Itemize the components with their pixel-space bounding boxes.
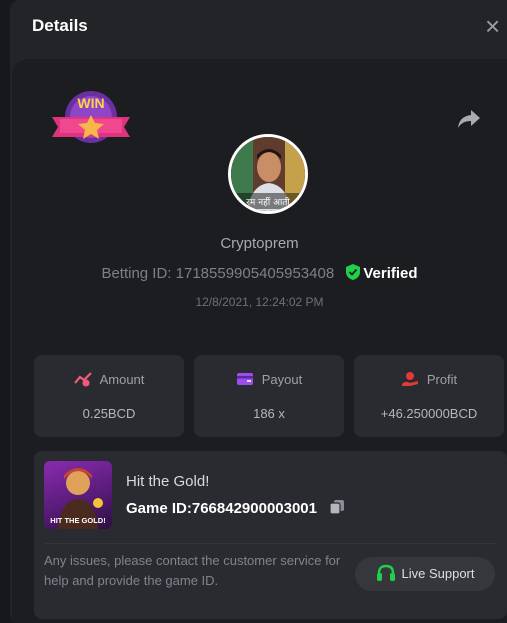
avatar-photo: रम नहीं आती <box>231 137 305 211</box>
avatar: रम नहीं आती <box>228 134 308 214</box>
game-id-label: Game ID: <box>126 500 192 517</box>
stat-profit-label: Profit <box>426 372 458 387</box>
details-modal: Details × WIN रम नहीं आती Cryptoprem Bet… <box>10 0 507 623</box>
betting-id-value: 1718559905405953408 <box>175 265 335 282</box>
stat-payout-label: Payout <box>261 372 303 387</box>
profit-icon <box>401 372 418 386</box>
game-id-value: 766842900003001 <box>191 500 317 517</box>
headset-icon <box>376 564 395 581</box>
support-notice: Any issues, please contact the customer … <box>44 553 341 588</box>
betting-id-label: Betting ID: <box>101 265 172 282</box>
username: Cryptoprem <box>220 235 299 252</box>
stat-payout: Payout 186 x <box>194 355 344 437</box>
live-support-button[interactable]: Live Support <box>355 557 495 591</box>
stat-profit-value: +46.250000BCD <box>380 406 478 421</box>
verified-shield-icon <box>346 264 361 280</box>
copy-icon[interactable] <box>329 499 345 515</box>
win-badge-text: WIN <box>77 95 104 111</box>
payout-icon <box>236 373 253 385</box>
stat-profit: Profit +46.250000BCD <box>354 355 504 437</box>
share-icon[interactable] <box>457 109 481 129</box>
close-icon[interactable]: × <box>485 13 507 40</box>
verified-label: Verified <box>363 265 418 282</box>
game-thumbnail-text: HIT THE GOLD! <box>50 516 105 525</box>
win-badge-icon: WIN <box>52 91 130 143</box>
bet-datetime: 12/8/2021, 12:24:02 PM <box>195 295 324 309</box>
betting-id-row: Betting ID: 1718559905405953408 Verified <box>12 264 507 282</box>
game-info-panel: HIT THE GOLD! Hit the Gold! Game ID:7668… <box>34 451 507 619</box>
game-id-row: Game ID:766842900003001 <box>126 499 345 517</box>
stat-amount-label: Amount <box>99 372 145 387</box>
amount-icon <box>73 372 92 387</box>
divider <box>44 543 497 544</box>
live-support-label: Live Support <box>401 566 475 581</box>
game-thumbnail[interactable]: HIT THE GOLD! <box>44 461 112 529</box>
stat-amount-value: 0.25BCD <box>82 406 136 421</box>
bet-details-card: WIN रम नहीं आती Cryptoprem Betting ID: 1… <box>12 59 507 623</box>
game-title: Hit the Gold! <box>126 473 210 490</box>
avatar-caption: रम नहीं आती <box>246 196 290 208</box>
modal-title: Details <box>32 16 88 35</box>
stat-amount: Amount 0.25BCD <box>34 355 184 437</box>
stat-payout-value: 186 x <box>253 406 285 421</box>
game-thumbnail-art: HIT THE GOLD! <box>50 468 106 529</box>
